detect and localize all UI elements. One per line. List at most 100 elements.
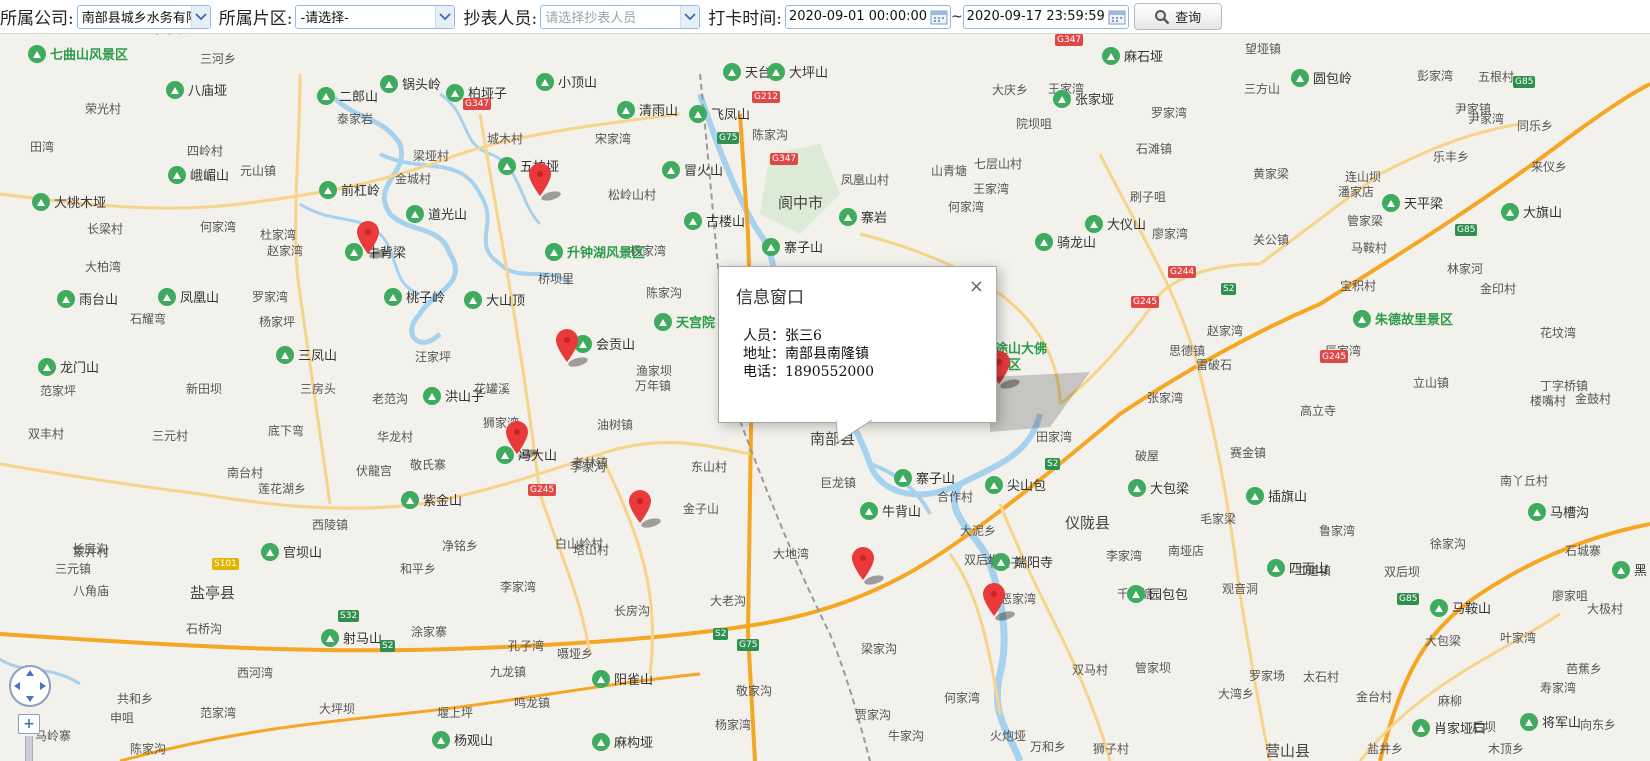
location-marker[interactable]	[627, 489, 661, 528]
place-label: 鸣龙镇	[514, 696, 551, 710]
poi-name: 飞凤山	[711, 108, 751, 123]
poi-name: 大包梁	[1150, 482, 1190, 497]
info-window-pointer	[836, 420, 872, 442]
chevron-down-icon[interactable]	[190, 5, 210, 28]
end-time-input[interactable]: 2020-09-17 23:59:59	[962, 4, 1129, 29]
poi-label[interactable]: 骑龙山	[1035, 232, 1096, 251]
poi-label[interactable]: 大旗山	[1501, 202, 1562, 221]
poi-label[interactable]: 道光山	[406, 204, 467, 223]
poi-name: 升钟湖风景区	[567, 246, 646, 261]
poi-label[interactable]: 大仪山	[1085, 214, 1146, 233]
place-label: 杜家湾	[260, 228, 297, 242]
zoom-in-button[interactable]: +	[18, 714, 40, 734]
chevron-down-icon[interactable]	[680, 5, 700, 28]
mountain-icon	[992, 552, 1010, 571]
calendar-icon[interactable]	[1106, 7, 1128, 27]
poi-label[interactable]: 麻构垭	[592, 732, 653, 751]
poi-label[interactable]: 尖山包	[985, 475, 1046, 494]
poi-label[interactable]: 七曲山风景区	[28, 44, 128, 63]
place-label: 杨家坪	[259, 315, 296, 329]
poi-label[interactable]: 大桃木垭	[32, 192, 106, 211]
place-label: 西河湾	[237, 666, 274, 680]
poi-label[interactable]: 麻石垭	[1102, 46, 1163, 65]
query-button[interactable]: 查询	[1133, 3, 1222, 30]
poi-label[interactable]: 寨子山	[894, 468, 955, 487]
district-select[interactable]: -请选择-	[295, 4, 456, 29]
mountain-icon	[767, 62, 785, 81]
poi-label[interactable]: 龙门山	[38, 357, 99, 376]
start-time-input[interactable]: 2020-09-01 00:00:00	[784, 4, 951, 29]
poi-label[interactable]: 前杠岭	[319, 180, 380, 199]
poi-label[interactable]: 冒火山	[662, 160, 723, 179]
location-marker[interactable]	[850, 546, 884, 585]
place-label: 汪家坪	[415, 350, 452, 364]
poi-label[interactable]: 张家垭	[1053, 89, 1114, 108]
poi-name: 肖家垭口	[1434, 722, 1487, 737]
place-label: 麻柳	[1438, 694, 1463, 708]
place-label: 毛家梁	[1200, 512, 1237, 526]
poi-label[interactable]: 天平梁	[1382, 193, 1443, 212]
close-icon[interactable]: ×	[969, 276, 984, 297]
poi-label[interactable]: 杨观山	[432, 730, 493, 749]
location-marker[interactable]	[981, 582, 1015, 621]
chevron-down-icon[interactable]	[435, 5, 455, 28]
poi-label[interactable]: 将军山	[1520, 712, 1581, 731]
poi-label[interactable]: 官坝山	[261, 542, 322, 561]
poi-label[interactable]: 清雨山	[617, 100, 678, 119]
poi-label[interactable]: 端阳寺	[992, 552, 1053, 571]
poi-label[interactable]: 牛背山	[860, 501, 921, 520]
poi-label[interactable]: 二郎山	[317, 86, 378, 105]
poi-label[interactable]: 升钟湖风景区	[545, 242, 645, 261]
zoom-slider[interactable]	[25, 736, 33, 761]
poi-label[interactable]: 三凤山	[276, 345, 337, 364]
poi-name: 大山顶	[486, 294, 526, 309]
poi-label[interactable]: 射马山	[321, 628, 382, 647]
poi-label[interactable]: 峨嵋山	[168, 165, 229, 184]
poi-label[interactable]: 马槽沟	[1528, 502, 1589, 521]
poi-label[interactable]: 黑	[1612, 560, 1647, 579]
location-marker[interactable]	[554, 328, 588, 367]
location-marker[interactable]	[504, 420, 538, 459]
place-label: 何家湾	[944, 691, 981, 705]
mountain-icon	[894, 468, 912, 487]
place-label: 火炮垭	[990, 729, 1027, 743]
poi-label[interactable]: 圆包岭	[1291, 68, 1352, 87]
poi-label[interactable]: 寨岩	[839, 207, 887, 226]
poi-label[interactable]: 寨子山	[762, 237, 823, 256]
poi-label[interactable]: 朱德故里景区	[1353, 309, 1453, 328]
road-shield: G85	[1513, 76, 1536, 88]
poi-label[interactable]: 四面山	[1267, 558, 1328, 577]
poi-label[interactable]: 阳雀山	[592, 669, 653, 688]
poi-label[interactable]: 雨台山	[57, 289, 118, 308]
poi-label[interactable]: 插旗山	[1246, 486, 1307, 505]
poi-label[interactable]: 古楼山	[684, 211, 745, 230]
calendar-icon[interactable]	[928, 7, 950, 27]
poi-label[interactable]: 紫金山	[401, 490, 462, 509]
poi-label[interactable]: 天宫院	[654, 312, 715, 331]
reader-select[interactable]: 请选择抄表人员	[540, 4, 701, 29]
place-label: 石滩镇	[1136, 142, 1173, 156]
poi-label[interactable]: 马鞍山	[1430, 598, 1491, 617]
info-person: 人员：张三6	[743, 328, 822, 344]
location-marker[interactable]	[527, 162, 561, 201]
location-marker[interactable]	[355, 220, 389, 259]
poi-label[interactable]: 锅头岭	[380, 74, 441, 93]
poi-label[interactable]: 大山顶	[464, 290, 525, 309]
poi-label[interactable]: 大坪山	[767, 62, 828, 81]
poi-label[interactable]: 大包梁	[1128, 478, 1189, 497]
poi-label[interactable]: 小顶山	[536, 72, 597, 91]
poi-label[interactable]: 凤凰山	[158, 287, 219, 306]
place-label: 共和乡	[117, 692, 154, 706]
poi-label[interactable]: 园包包	[1127, 584, 1188, 603]
pan-control[interactable]	[8, 664, 52, 708]
poi-name: 龙门山	[60, 361, 100, 376]
road-shield: S2	[380, 640, 396, 652]
poi-label[interactable]: 洪山子	[423, 386, 484, 405]
poi-label[interactable]: 桃子岭	[384, 287, 445, 306]
poi-label[interactable]: 飞凤山	[689, 104, 750, 123]
mountain-icon	[446, 83, 464, 102]
poi-label[interactable]: 八庙垭	[166, 80, 227, 99]
place-label: 来仪乡	[1531, 160, 1568, 174]
poi-label[interactable]: 肖家垭口	[1412, 718, 1486, 737]
company-select[interactable]: 南部县城乡水务有限	[76, 4, 211, 29]
